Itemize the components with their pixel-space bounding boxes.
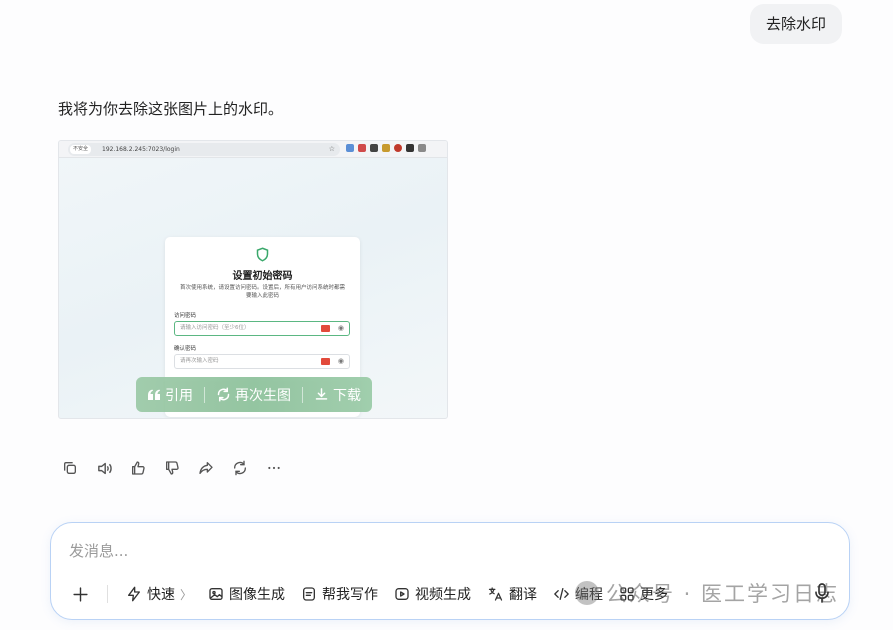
- regenerate-label: 再次生图: [235, 387, 291, 404]
- copy-icon: [64, 462, 76, 474]
- image-action-bar: 引用 再次生图 下载: [136, 377, 372, 412]
- coding-button[interactable]: 编程: [545, 581, 611, 607]
- password-manager-icon: [321, 358, 330, 365]
- more-options-button[interactable]: [264, 458, 284, 478]
- generated-image[interactable]: 不安全 192.168.2.245:7023/login ☆ 设置初始密码 首次…: [58, 140, 448, 419]
- image-icon: [209, 588, 223, 600]
- url-text: 192.168.2.245:7023/login: [102, 146, 180, 153]
- thumbs-up-icon: [132, 461, 145, 475]
- quick-mode-button[interactable]: 快速 〉: [118, 581, 200, 607]
- video-generation-label: 视频生成: [415, 587, 472, 603]
- extension-icon: [406, 144, 414, 152]
- share-button[interactable]: [196, 458, 216, 478]
- password-label: 访问密码: [174, 313, 197, 319]
- copy-button[interactable]: [60, 458, 80, 478]
- more-tools-button[interactable]: 更多: [611, 581, 676, 607]
- password-placeholder: 请输入访问密码（至少6位）: [180, 325, 250, 331]
- eye-icon: ◉: [337, 357, 344, 365]
- message-composer: 快速 〉 图像生成 帮我写作 视频生成 翻译 编程: [50, 522, 850, 620]
- refresh-icon: [233, 460, 247, 476]
- quote-button[interactable]: 引用: [136, 377, 204, 412]
- note-icon: [303, 587, 316, 601]
- ellipsis-icon: [268, 466, 280, 470]
- dialog-title: 设置初始密码: [232, 271, 293, 282]
- dislike-button[interactable]: [162, 458, 182, 478]
- confirm-password-placeholder: 请再次输入密码: [180, 358, 219, 364]
- writing-assistant-label: 帮我写作: [322, 587, 379, 603]
- password-manager-icon: [321, 325, 330, 332]
- message-actions: [60, 458, 284, 478]
- extension-icon: [394, 144, 402, 152]
- translate-label: 翻译: [509, 587, 538, 603]
- download-button[interactable]: 下载: [303, 377, 372, 412]
- like-button[interactable]: [128, 458, 148, 478]
- assistant-reply-text: 我将为你去除这张图片上的水印。: [58, 100, 284, 118]
- eye-icon: ◉: [337, 324, 344, 332]
- extension-icon: [370, 144, 378, 152]
- play-icon: [395, 588, 409, 600]
- speaker-icon: [97, 462, 112, 474]
- coding-label: 编程: [575, 587, 604, 603]
- browser-toolbar: 不安全 192.168.2.245:7023/login ☆: [59, 141, 447, 158]
- code-icon: [554, 588, 569, 600]
- extension-icon: [358, 144, 366, 152]
- address-bar: 不安全 192.168.2.245:7023/login ☆: [68, 143, 340, 156]
- quick-mode-label: 快速: [147, 587, 175, 603]
- download-label: 下载: [333, 387, 361, 404]
- lightning-icon: [127, 586, 140, 602]
- confirm-password-field: 请再次输入密码 ◉: [174, 354, 350, 369]
- dialog-description: 首次使用系统，请设置访问密码。设置后，所有用户访问系统时都需要输入此密码: [179, 285, 345, 299]
- shield-icon: [256, 247, 269, 262]
- quote-icon: [148, 389, 160, 400]
- chevron-right-icon: 〉: [180, 587, 193, 602]
- video-generation-button[interactable]: 视频生成: [386, 581, 479, 607]
- user-message-bubble: 去除水印: [749, 4, 842, 44]
- composer-toolbar: 快速 〉 图像生成 帮我写作 视频生成 翻译 编程 更多: [67, 581, 676, 607]
- chat-page: 去除水印 我将为你去除这张图片上的水印。 不安全 192.168.2.245:7…: [0, 0, 893, 630]
- confirm-password-label: 确认密码: [174, 346, 197, 352]
- share-icon: [199, 462, 213, 474]
- microphone-button[interactable]: [813, 582, 831, 608]
- regenerate-button[interactable]: [230, 458, 250, 478]
- extension-icon: [418, 144, 426, 152]
- translate-button[interactable]: 翻译: [479, 581, 545, 607]
- extension-icon: [382, 144, 390, 152]
- writing-assistant-button[interactable]: 帮我写作: [293, 581, 386, 607]
- translate-icon: [488, 587, 503, 601]
- refresh-icon: [217, 387, 230, 402]
- read-aloud-button[interactable]: [94, 458, 114, 478]
- attach-button[interactable]: [67, 581, 93, 607]
- quote-label: 引用: [165, 387, 193, 404]
- grid-icon: [620, 587, 634, 601]
- image-generation-label: 图像生成: [229, 587, 286, 603]
- extension-icons: [346, 144, 426, 152]
- download-icon: [315, 388, 328, 400]
- insecure-badge: 不安全: [70, 145, 92, 154]
- image-generation-button[interactable]: 图像生成: [200, 581, 293, 607]
- extension-icon: [346, 144, 354, 152]
- more-tools-label: 更多: [640, 587, 669, 603]
- message-input[interactable]: [69, 537, 829, 565]
- regenerate-image-button[interactable]: 再次生图: [205, 377, 302, 412]
- microphone-icon: [815, 583, 829, 603]
- star-icon: ☆: [328, 145, 335, 153]
- thumbs-down-icon: [166, 461, 179, 475]
- toolbar-divider: [107, 585, 108, 603]
- plus-icon: [72, 586, 88, 602]
- password-field: 请输入访问密码（至少6位） ◉: [174, 321, 350, 336]
